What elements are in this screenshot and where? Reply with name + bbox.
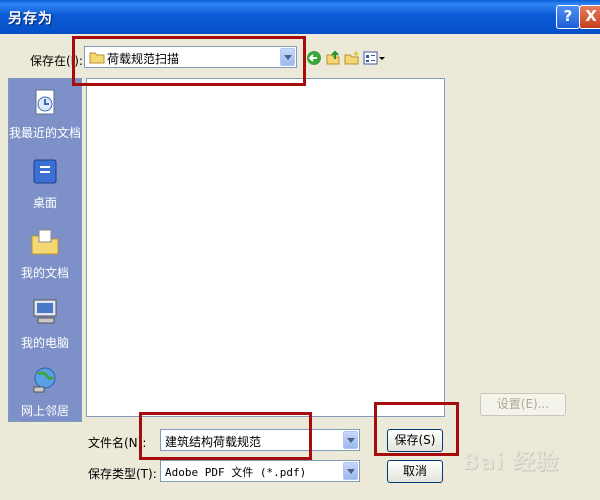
place-network[interactable]: 网上邻居 (9, 365, 81, 419)
chevron-down-icon[interactable] (343, 462, 358, 480)
file-list[interactable] (86, 78, 445, 417)
my-documents-icon (31, 229, 59, 255)
place-mycomputer-label: 我的电脑 (20, 336, 69, 350)
highlight-box (72, 36, 306, 86)
cancel-button[interactable]: 取消 (387, 460, 443, 483)
settings-button[interactable]: 设置(E)... (480, 393, 566, 416)
place-desktop-label: 桌面 (32, 196, 57, 210)
place-mycomputer[interactable]: 我的电脑 (9, 297, 81, 351)
place-mydocs-label: 我的文档 (20, 266, 69, 280)
views-menu-icon[interactable] (363, 50, 379, 66)
filetype-value: Adobe PDF 文件 (*.pdf) (165, 466, 307, 479)
places-bar: 我最近的文档 桌面 我的文档 我的电脑 网上邻居 (8, 78, 82, 422)
place-recent-label: 我最近的文档 (9, 126, 82, 140)
window-title: 另存为 (8, 11, 53, 27)
close-button[interactable]: X (579, 5, 600, 29)
chevron-down-icon[interactable] (343, 431, 358, 449)
highlight-box (374, 402, 459, 456)
highlight-box (139, 412, 312, 460)
watermark: Bai 经验 (462, 450, 559, 475)
filename-label: 文件名(N): (88, 436, 147, 450)
help-button[interactable]: ? (556, 5, 580, 29)
network-icon (33, 367, 56, 393)
filetype-select[interactable]: Adobe PDF 文件 (*.pdf) (160, 460, 360, 482)
place-mydocs[interactable]: 我的文档 (9, 227, 81, 281)
back-icon[interactable] (306, 50, 322, 66)
title-bar: 另存为 ? X (0, 0, 600, 34)
filetype-label: 保存类型(T): (88, 467, 157, 481)
place-recent[interactable]: 我最近的文档 (9, 87, 81, 141)
new-folder-icon[interactable] (344, 50, 360, 66)
place-desktop[interactable]: 桌面 (9, 157, 81, 211)
views-dropdown-icon[interactable] (378, 50, 386, 66)
my-computer-icon (33, 299, 57, 324)
place-network-label: 网上邻居 (20, 404, 69, 418)
up-folder-icon[interactable] (325, 50, 341, 66)
desktop-icon (33, 159, 57, 184)
recent-docs-icon (35, 89, 55, 115)
